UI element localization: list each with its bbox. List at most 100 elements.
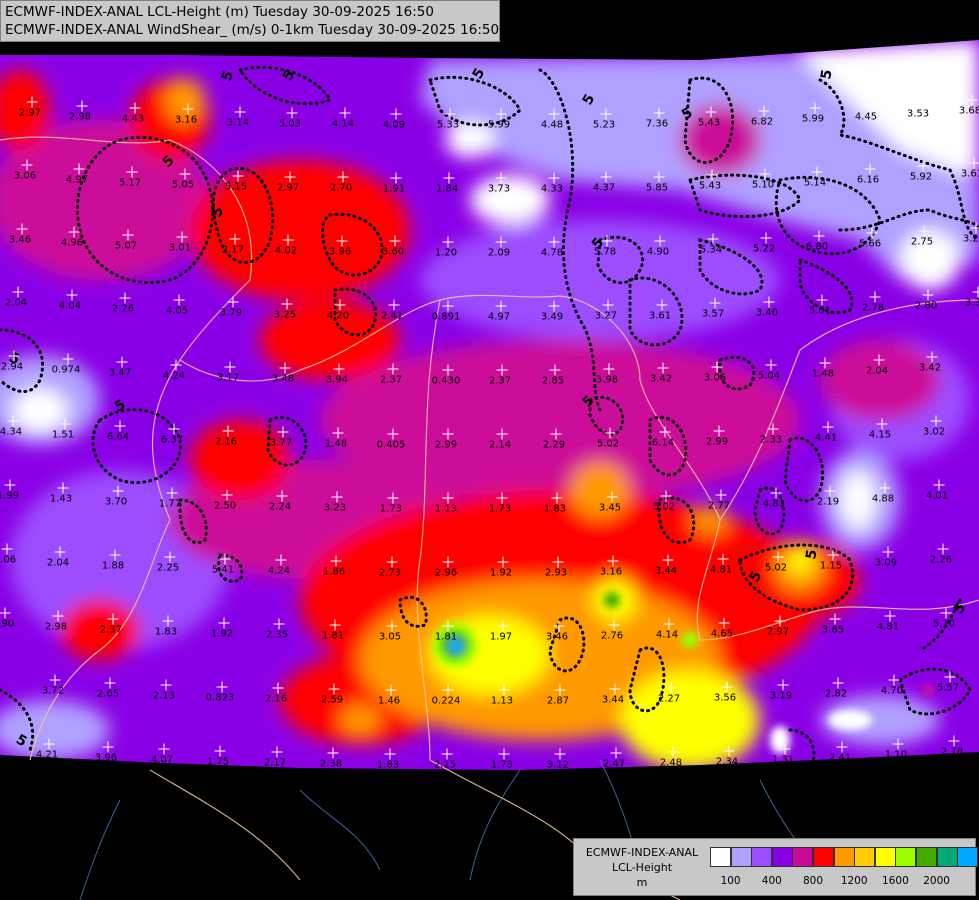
wind-shear-value: 5.43	[697, 117, 721, 129]
grid-point-marker	[760, 232, 772, 244]
wind-shear-value: 2.73	[378, 567, 402, 579]
grid-point-marker	[388, 299, 400, 311]
grid-point-marker	[328, 683, 340, 695]
wind-shear-value: 2.80	[914, 300, 938, 312]
grid-point-marker	[711, 361, 723, 373]
grid-point-marker	[930, 415, 942, 427]
grid-point-marker	[550, 428, 562, 440]
legend-color-swatch	[854, 847, 876, 867]
grid-point-marker	[940, 607, 952, 619]
wind-shear-value: 3.61	[960, 168, 979, 180]
wind-shear-value: 1.83	[154, 626, 178, 638]
grid-point-marker	[277, 426, 289, 438]
wind-shear-value: 6.82	[750, 116, 774, 128]
wind-shear-value: 1.99	[0, 490, 20, 502]
grid-point-marker	[772, 551, 784, 563]
wind-shear-value: 5.05	[171, 179, 195, 191]
wind-shear-value: 3.47	[108, 367, 132, 379]
grid-point-marker	[832, 677, 844, 689]
grid-point-marker	[333, 363, 345, 375]
wind-shear-value: 1.51	[51, 429, 75, 441]
title-lcl-height: ECMWF-INDEX-ANAL LCL-Height (m) Tuesday …	[5, 4, 434, 20]
color-legend: ECMWF-INDEX-ANAL LCL-Height m 100 400 800 1…	[573, 838, 979, 896]
wind-shear-value: 5.23	[592, 119, 616, 131]
grid-point-marker	[602, 299, 614, 311]
grid-point-marker	[774, 615, 786, 627]
grid-point-marker	[443, 172, 455, 184]
grid-point-marker	[717, 553, 729, 565]
grid-point-marker	[332, 427, 344, 439]
grid-point-marker	[442, 492, 454, 504]
grid-point-marker	[179, 168, 191, 180]
grid-point-marker	[281, 298, 293, 310]
grid-point-marker	[442, 364, 454, 376]
grid-point-marker	[227, 296, 239, 308]
wind-shear-value: 2.27	[657, 693, 681, 705]
wind-shear-value: 2.76	[600, 630, 624, 642]
grid-point-marker	[334, 299, 346, 311]
wind-shear-value: 4.90	[646, 246, 670, 258]
wind-shear-value: 3.72	[41, 685, 65, 697]
wind-shear-value: 4.14	[655, 629, 679, 641]
grid-point-marker	[866, 227, 878, 239]
wind-shear-value: 2.15	[433, 759, 457, 771]
grid-point-marker	[548, 300, 560, 312]
wind-shear-value: 5.34	[699, 244, 723, 256]
wind-shear-value: 4.14	[331, 118, 355, 130]
grid-point-marker	[495, 300, 507, 312]
wind-shear-value: 1.10	[884, 749, 908, 761]
wind-shear-value: 1.73	[379, 503, 403, 515]
wind-shear-value: 4.01	[925, 490, 949, 502]
grid-point-marker	[442, 428, 454, 440]
grid-point-marker	[116, 356, 128, 368]
wind-shear-value: 1.90	[0, 618, 15, 630]
legend-color-swatch	[813, 847, 834, 867]
grid-point-marker	[944, 671, 956, 683]
legend-unit: m	[636, 876, 648, 889]
wind-shear-value: 3.44	[654, 565, 678, 577]
wind-shear-value: 2.09	[487, 247, 511, 259]
wind-shear-value: 5.02	[652, 501, 676, 513]
wind-shear-value: 3.49	[540, 311, 564, 323]
wind-shear-value: 3.01	[168, 242, 192, 254]
grid-point-marker	[384, 748, 396, 760]
grid-point-marker	[442, 236, 454, 248]
wind-shear-value: 5.22	[752, 243, 776, 255]
wind-shear-value: 3.60	[381, 246, 405, 258]
grid-point-marker	[498, 684, 510, 696]
wind-shear-value: 3.06	[703, 372, 727, 384]
wind-shear-value: 2.26	[929, 554, 953, 566]
wind-shear-value: 2.29	[542, 439, 566, 451]
grid-point-marker	[552, 556, 564, 568]
wind-shear-value: 3.94	[325, 374, 349, 386]
wind-shear-value: 2.93	[544, 567, 568, 579]
wind-shear-value: 1.77	[158, 498, 182, 510]
wind-shear-value: 4.33	[540, 183, 564, 195]
grid-point-marker	[882, 546, 894, 558]
grid-point-marker	[4, 479, 16, 491]
wind-shear-value: 3.70	[104, 496, 128, 508]
grid-point-marker	[767, 423, 779, 435]
grid-point-marker	[498, 748, 510, 760]
grid-point-marker	[218, 617, 230, 629]
grid-point-marker	[600, 108, 612, 120]
wind-shear-value: 5.01	[808, 305, 832, 317]
grid-point-marker	[548, 172, 560, 184]
grid-point-marker	[922, 289, 934, 301]
legend-color-swatch	[771, 847, 793, 867]
grid-point-marker	[759, 168, 771, 180]
wind-shear-value: 4.48	[540, 119, 564, 131]
wind-shear-value: 3.27	[594, 310, 618, 322]
wind-shear-value: 1.75	[206, 756, 230, 768]
grid-point-marker	[21, 159, 33, 171]
wind-shear-value: 1.92	[489, 567, 513, 579]
wind-shear-value: 4.97	[487, 311, 511, 323]
wind-shear-value: 4.96	[60, 237, 84, 249]
wind-shear-value: 4.65	[710, 628, 734, 640]
grid-point-marker	[811, 166, 823, 178]
wind-shear-value: 1.92	[210, 628, 234, 640]
wind-shear-value: 3.46	[545, 631, 569, 643]
grid-point-marker	[654, 235, 666, 247]
grid-point-marker	[272, 682, 284, 694]
grid-point-marker	[777, 679, 789, 691]
